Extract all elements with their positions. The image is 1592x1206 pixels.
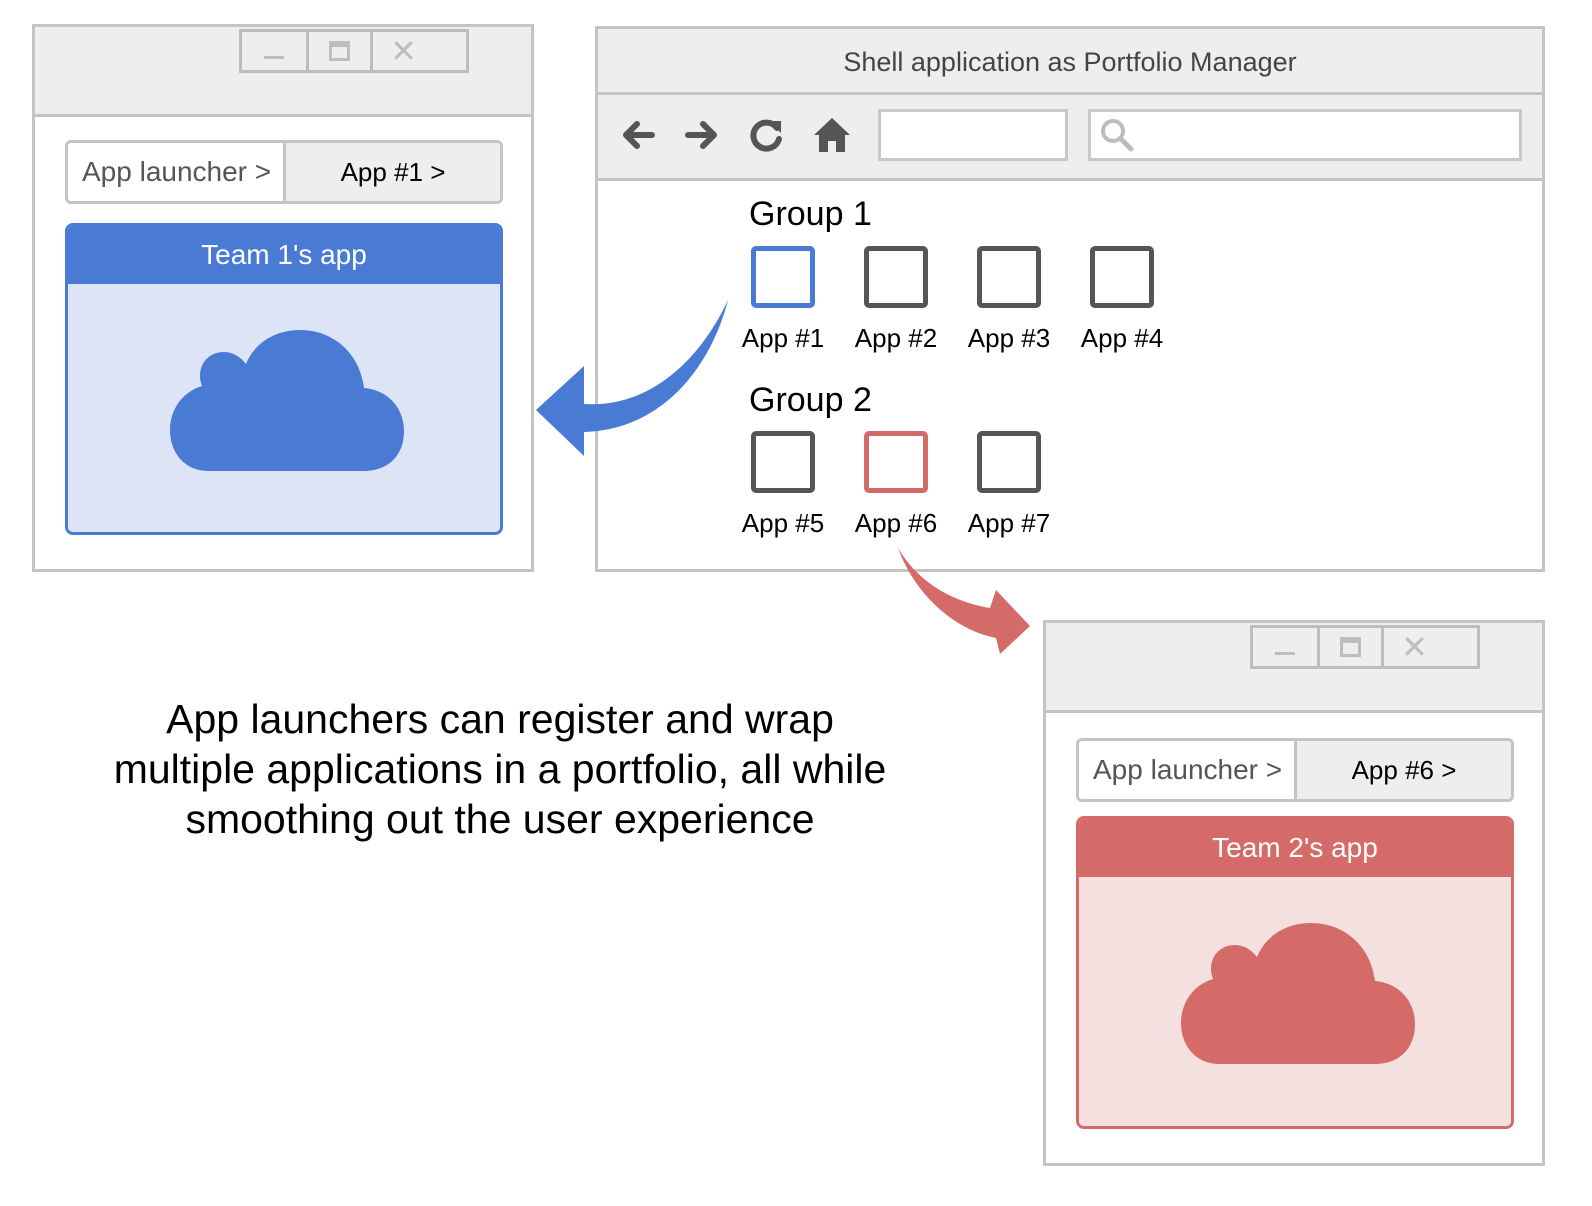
team2-window-titlebar: ✕ xyxy=(1046,623,1542,713)
team1-window-controls: ✕ xyxy=(239,29,469,73)
breadcrumb-app-launcher[interactable]: App launcher > xyxy=(1079,741,1297,799)
caption-line-2: multiple applications in a portfolio, al… xyxy=(113,746,887,792)
team1-breadcrumb: App launcher > App #1 > xyxy=(65,140,503,204)
forward-arrow-icon[interactable] xyxy=(682,115,722,155)
address-bar[interactable] xyxy=(878,109,1068,161)
team2-window-controls: ✕ xyxy=(1250,625,1480,669)
team2-app-body xyxy=(1079,877,1511,1126)
breadcrumb-app-launcher[interactable]: App launcher > xyxy=(68,143,286,201)
app-tile-7[interactable] xyxy=(977,431,1041,493)
team1-app-title: Team 1's app xyxy=(68,226,500,284)
team1-app-panel: Team 1's app xyxy=(65,223,503,535)
app-tile-4[interactable] xyxy=(1090,246,1154,308)
shell-window: Shell application as Portfolio Manager G… xyxy=(595,26,1545,572)
back-arrow-icon[interactable] xyxy=(618,115,658,155)
team2-app-title: Team 2's app xyxy=(1079,819,1511,877)
app-tile-2-label: App #2 xyxy=(854,323,938,353)
team2-window: ✕ App launcher > App #6 > Team 2's app xyxy=(1043,620,1545,1166)
shell-title: Shell application as Portfolio Manager xyxy=(843,47,1297,77)
app-tile-4-label: App #4 xyxy=(1080,323,1164,353)
minimize-icon[interactable] xyxy=(1253,628,1317,666)
app-tile-5[interactable] xyxy=(751,431,815,493)
app-tile-5-label: App #5 xyxy=(741,508,825,538)
app-tile-7-label: App #7 xyxy=(967,508,1051,538)
breadcrumb-current-app[interactable]: App #1 > xyxy=(286,143,500,201)
team2-app-panel: Team 2's app xyxy=(1076,816,1514,1129)
caption: App launchers can register and wrap mult… xyxy=(60,694,940,844)
team1-app-body xyxy=(68,284,500,532)
team1-window-titlebar: ✕ xyxy=(35,27,531,117)
reload-icon[interactable] xyxy=(746,115,786,155)
close-icon[interactable]: ✕ xyxy=(1381,628,1445,666)
breadcrumb-current-app[interactable]: App #6 > xyxy=(1297,741,1511,799)
app-tile-3[interactable] xyxy=(977,246,1041,308)
app-tile-1-label: App #1 xyxy=(741,323,825,353)
maximize-icon[interactable] xyxy=(306,32,370,70)
shell-navbar xyxy=(598,95,1542,181)
shell-titlebar: Shell application as Portfolio Manager xyxy=(598,29,1542,95)
group-2-title: Group 2 xyxy=(749,381,872,419)
home-icon[interactable] xyxy=(812,115,852,155)
group-1-title: Group 1 xyxy=(749,195,872,233)
app-tile-6[interactable] xyxy=(864,431,928,493)
search-input[interactable] xyxy=(1088,109,1522,161)
team2-breadcrumb: App launcher > App #6 > xyxy=(1076,738,1514,802)
app-tile-6-label: App #6 xyxy=(854,508,938,538)
cloud-icon xyxy=(1181,923,1415,1064)
maximize-icon[interactable] xyxy=(1317,628,1381,666)
app-tile-1[interactable] xyxy=(751,246,815,308)
team1-window: ✕ App launcher > App #1 > Team 1's app xyxy=(32,24,534,572)
app-tile-3-label: App #3 xyxy=(967,323,1051,353)
close-icon[interactable]: ✕ xyxy=(370,32,434,70)
minimize-icon[interactable] xyxy=(242,32,306,70)
search-icon xyxy=(1101,119,1134,152)
app-tile-2[interactable] xyxy=(864,246,928,308)
caption-line-1: App launchers can register and wrap xyxy=(166,696,834,742)
cloud-icon xyxy=(170,330,404,471)
caption-line-3: smoothing out the user experience xyxy=(185,796,815,842)
